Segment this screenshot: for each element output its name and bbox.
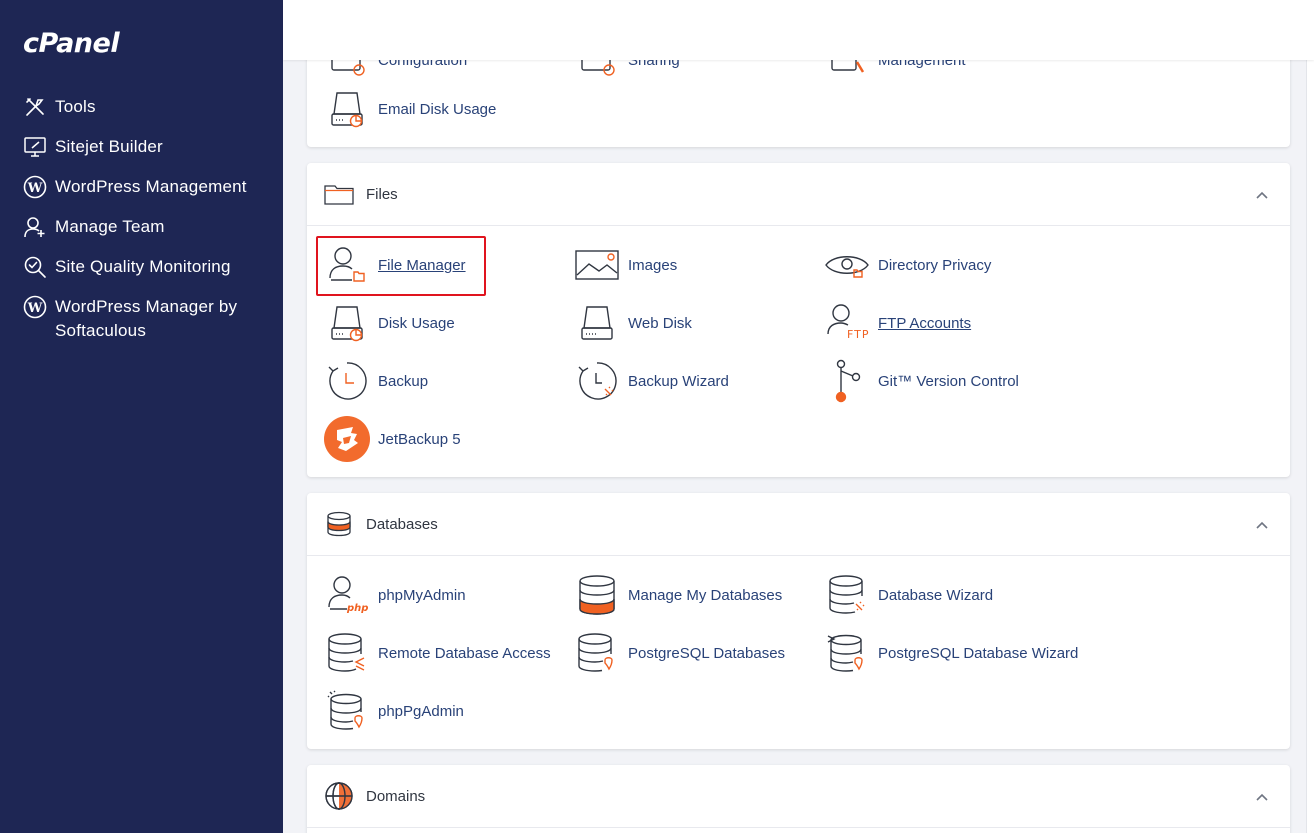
sidebar: cPanel Tools Sitejet Builder W WordPress…: [0, 0, 283, 833]
files-panel-header[interactable]: Files: [307, 163, 1290, 226]
phpmyadmin-item[interactable]: php phpMyAdmin: [323, 570, 466, 620]
backup-clock-icon: [323, 357, 371, 405]
git-version-control-item[interactable]: Git™ Version Control: [823, 356, 1019, 406]
postgresql-database-icon: [573, 629, 621, 677]
disk-pie-icon: [323, 299, 371, 347]
sidebar-item-label: Sitejet Builder: [55, 137, 163, 156]
chevron-up-icon[interactable]: [1254, 517, 1270, 533]
sidebar-item-label: WordPress Management: [55, 177, 247, 196]
svg-text:W: W: [27, 301, 43, 316]
sidebar-item-tools[interactable]: Tools: [22, 94, 272, 134]
image-icon: [573, 241, 621, 289]
jetbackup-logo-icon: [323, 415, 371, 463]
directory-privacy-item[interactable]: Directory Privacy: [823, 240, 991, 290]
globe-icon: [324, 781, 354, 811]
sidebar-item-label: Tools: [55, 97, 96, 116]
item-label: Email Disk Usage: [378, 100, 497, 118]
sidebar-item-wordpress-manager-softaculous[interactable]: W WordPress Manager by Softaculous: [22, 294, 272, 350]
item-label: Manage My Databases: [628, 586, 783, 604]
item-label: Database Wizard: [878, 586, 994, 604]
backup-wizard-icon: [573, 357, 621, 405]
databases-panel-header[interactable]: Databases: [307, 493, 1290, 556]
sidebar-item-wordpress-management[interactable]: W WordPress Management: [22, 174, 272, 214]
disk-pie-icon: [323, 85, 371, 133]
svg-text:php: php: [346, 603, 368, 614]
backup-item[interactable]: Backup: [323, 356, 428, 406]
panel-title: Databases: [366, 515, 438, 533]
phppgadmin-item[interactable]: phpPgAdmin: [323, 686, 464, 736]
svg-text:FTP: FTP: [847, 328, 869, 341]
git-branch-icon: [823, 357, 871, 405]
sidebar-item-label: Site Quality Monitoring: [55, 257, 231, 276]
sidebar-item-sitejet-builder[interactable]: Sitejet Builder: [22, 134, 272, 174]
sidebar-item-label: Manage Team: [55, 217, 165, 236]
top-bar: [283, 0, 1314, 60]
item-label: Web Disk: [628, 314, 692, 332]
ftp-accounts-item[interactable]: FTP FTP Accounts: [823, 298, 971, 348]
sidebar-item-manage-team[interactable]: Manage Team: [22, 214, 272, 254]
postgresql-databases-item[interactable]: PostgreSQL Databases: [573, 628, 785, 678]
hard-drive-icon: [573, 299, 621, 347]
item-label: File Manager: [378, 256, 466, 274]
svg-text:W: W: [27, 181, 43, 196]
item-label: Images: [628, 256, 678, 274]
item-label: Disk Usage: [378, 314, 455, 332]
panel-title: Domains: [366, 787, 426, 805]
remote-database-access-item[interactable]: Remote Database Access: [323, 628, 551, 678]
ftp-user-icon: FTP: [823, 299, 871, 347]
sidebar-nav: Tools Sitejet Builder W WordPress Manage…: [22, 94, 272, 350]
disk-usage-item[interactable]: Disk Usage: [323, 298, 455, 348]
backup-wizard-item[interactable]: Backup Wizard: [573, 356, 729, 406]
domains-panel: Domains: [307, 765, 1290, 833]
php-user-icon: php: [323, 571, 371, 619]
magnifier-check-icon: [22, 254, 48, 280]
files-panel: Files File Manager Images Directory Priv…: [307, 163, 1290, 477]
eye-folder-icon: [823, 241, 871, 289]
user-plus-icon: [22, 214, 48, 240]
item-label: phpMyAdmin: [378, 586, 466, 604]
item-label: Remote Database Access: [378, 644, 551, 662]
postgresql-wizard-icon: [823, 629, 871, 677]
panel-title: Files: [366, 185, 398, 203]
monitor-brush-icon: [22, 134, 48, 160]
item-label: Backup Wizard: [628, 372, 729, 390]
web-disk-item[interactable]: Web Disk: [573, 298, 692, 348]
database-orange-icon: [573, 571, 621, 619]
images-item[interactable]: Images: [573, 240, 677, 290]
jetbackup-item[interactable]: JetBackup 5: [323, 414, 461, 464]
item-label: PostgreSQL Database Wizard: [878, 644, 1079, 662]
wordpress-icon: W: [22, 174, 48, 200]
item-label: PostgreSQL Databases: [628, 644, 786, 662]
main-content: Configuration Sharing Management Email D…: [283, 0, 1314, 833]
item-label: Backup: [378, 372, 429, 390]
folder-icon: [324, 179, 354, 209]
tools-icon: [22, 94, 48, 120]
file-manager-icon: [323, 241, 371, 289]
item-label: Git™ Version Control: [878, 372, 1019, 390]
item-label: Directory Privacy: [878, 256, 992, 274]
item-label: phpPgAdmin: [378, 702, 464, 720]
domains-panel-header[interactable]: Domains: [307, 765, 1290, 828]
scroll-edge: [1306, 60, 1314, 833]
databases-panel: Databases php phpMyAdmin Manage My Datab…: [307, 493, 1290, 749]
phppgadmin-icon: [323, 687, 371, 735]
item-label: FTP Accounts: [878, 314, 972, 332]
email-disk-usage-item[interactable]: Email Disk Usage: [323, 84, 496, 134]
cpanel-logo[interactable]: cPanel: [23, 28, 120, 59]
chevron-up-icon[interactable]: [1254, 789, 1270, 805]
postgresql-database-wizard-item[interactable]: PostgreSQL Database Wizard: [823, 628, 1078, 678]
database-wizard-icon: [823, 571, 871, 619]
manage-my-databases-item[interactable]: Manage My Databases: [573, 570, 782, 620]
sidebar-item-label: WordPress Manager by Softaculous: [55, 297, 238, 340]
database-icon: [324, 509, 354, 539]
file-manager-item[interactable]: File Manager: [323, 240, 466, 290]
database-remote-icon: [323, 629, 371, 677]
chevron-up-icon[interactable]: [1254, 187, 1270, 203]
database-wizard-item[interactable]: Database Wizard: [823, 570, 993, 620]
sidebar-item-site-quality-monitoring[interactable]: Site Quality Monitoring: [22, 254, 272, 294]
item-label: JetBackup 5: [378, 430, 461, 448]
wordpress-icon: W: [22, 294, 48, 320]
